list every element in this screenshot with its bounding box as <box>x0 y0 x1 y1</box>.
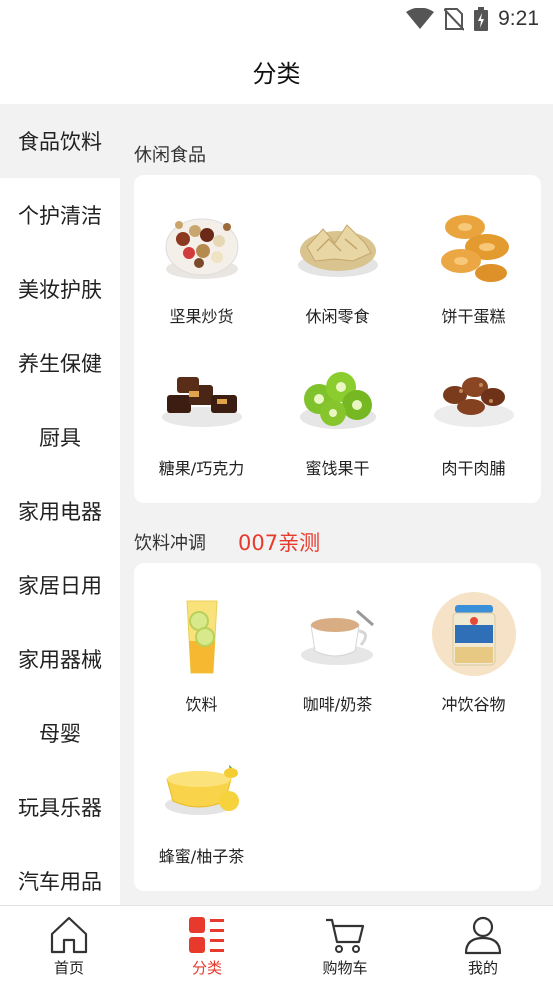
status-time: 9:21 <box>498 7 539 30</box>
sidebar-item-kitchenware[interactable]: 厨具 <box>0 400 120 474</box>
category-beverages[interactable]: 饮料 <box>134 563 269 715</box>
category-honey-citron-tea[interactable]: 蜂蜜/柚子茶 <box>134 715 269 867</box>
battery-charging-icon <box>474 7 489 31</box>
nav-label: 购物车 <box>322 959 368 977</box>
sidebar-item-toys[interactable]: 玩具乐器 <box>0 770 120 844</box>
nav-label: 分类 <box>191 959 222 977</box>
cart-icon <box>326 918 365 953</box>
category-candy-chocolate[interactable]: 糖果/巧克力 <box>134 327 269 479</box>
home-icon <box>50 916 88 954</box>
milk-tea-cup-icon <box>301 609 374 665</box>
category-label: 咖啡/奶茶 <box>302 695 373 714</box>
section-note: 007亲测 <box>238 531 321 555</box>
nav-category[interactable]: 分类 <box>138 906 276 983</box>
sidebar-item-personal-care[interactable]: 个护清洁 <box>0 178 120 252</box>
snacks-card: 坚果炒货 休闲零食 饼干蛋糕 糖果/巧克力 蜜饯果干 肉干肉脯 <box>134 175 541 503</box>
butter-cookies-icon <box>441 215 509 282</box>
category-coffee-milk-tea[interactable]: 咖啡/奶茶 <box>270 563 405 715</box>
section-title-drinks: 饮料冲调 <box>134 533 206 554</box>
dried-kiwi-icon <box>300 372 376 429</box>
drinks-card: 饮料 咖啡/奶茶 冲饮谷物 蜂蜜/柚子茶 <box>134 563 541 891</box>
category-sidebar: 食品饮料 个护清洁 美妆护肤 养生保健 厨具 家用电器 家居日用 家用器械 母婴… <box>0 104 120 905</box>
category-cereal-drinks[interactable]: 冲饮谷物 <box>406 563 541 715</box>
jerky-plate-icon <box>434 377 514 427</box>
category-cookies-cakes[interactable]: 饼干蛋糕 <box>406 175 541 327</box>
profile-icon <box>464 916 502 955</box>
page-header: 分类 <box>0 38 553 104</box>
category-jerky[interactable]: 肉干肉脯 <box>406 327 541 479</box>
sidebar-item-food-drinks[interactable]: 食品饮料 <box>0 104 120 178</box>
sidebar-item-health[interactable]: 养生保健 <box>0 326 120 400</box>
category-main: 休闲食品 坚果炒货 休闲零食 饼干蛋糕 糖果/巧克力 蜜饯果干 肉干肉脯 饮料冲… <box>120 104 553 905</box>
section-title-snacks: 休闲食品 <box>134 145 206 166</box>
sidebar-item-beauty[interactable]: 美妆护肤 <box>0 252 120 326</box>
sidebar-item-label: 家用电器 <box>18 500 102 524</box>
sidebar-item-baby[interactable]: 母婴 <box>0 696 120 770</box>
sidebar-item-label: 玩具乐器 <box>18 796 102 820</box>
wifi-icon <box>406 8 435 29</box>
sidebar-item-label: 食品饮料 <box>18 130 102 154</box>
page-title: 分类 <box>252 60 301 88</box>
sidebar-item-label: 养生保健 <box>18 352 102 376</box>
mixed-nuts-bowl-icon <box>165 218 239 279</box>
category-dried-fruit[interactable]: 蜜饯果干 <box>270 327 405 479</box>
status-icons: 9:21 <box>406 6 539 32</box>
category-label: 蜂蜜/柚子茶 <box>158 847 245 866</box>
chocolate-bars-icon <box>162 377 242 427</box>
sidebar-item-label: 个护清洁 <box>18 204 102 228</box>
lemon-drink-icon <box>186 600 218 674</box>
nav-cart[interactable]: 购物车 <box>276 906 414 983</box>
sidebar-item-label: 美妆护肤 <box>18 278 102 302</box>
sidebar-item-label: 家居日用 <box>18 574 102 598</box>
nav-profile[interactable]: 我的 <box>414 906 552 983</box>
sidebar-item-label: 母婴 <box>39 722 81 746</box>
nav-label: 我的 <box>467 959 498 977</box>
status-bar: 9:21 <box>0 0 553 38</box>
sidebar-item-auto[interactable]: 汽车用品 <box>0 844 120 905</box>
category-icon <box>189 917 224 953</box>
category-nuts[interactable]: 坚果炒货 <box>134 175 269 327</box>
content-area: 食品饮料 个护清洁 美妆护肤 养生保健 厨具 家用电器 家居日用 家用器械 母婴… <box>0 104 553 905</box>
citron-tea-bowl-icon <box>165 765 239 815</box>
app-screen: 9:21 分类 食品饮料 个护清洁 美妆护肤 养生保健 厨具 家用电器 家居日用… <box>0 0 553 983</box>
nav-label: 首页 <box>53 959 84 977</box>
category-label: 休闲零食 <box>305 307 370 326</box>
category-label: 蜜饯果干 <box>305 459 370 478</box>
category-label: 肉干肉脯 <box>441 459 506 478</box>
nav-home[interactable]: 首页 <box>0 906 138 983</box>
oat-jar-icon <box>432 592 516 676</box>
sidebar-item-label: 厨具 <box>39 426 81 450</box>
sidebar-item-home-devices[interactable]: 家用器械 <box>0 622 120 696</box>
no-sim-icon <box>444 8 465 31</box>
category-label: 冲饮谷物 <box>441 695 506 714</box>
category-label: 糖果/巧克力 <box>158 459 245 478</box>
bottom-nav: 首页 分类 购物车 我的 <box>0 905 553 983</box>
sidebar-item-household[interactable]: 家居日用 <box>0 548 120 622</box>
category-label: 饼干蛋糕 <box>441 307 506 326</box>
sidebar-item-label: 汽车用品 <box>18 870 102 894</box>
chips-bowl-icon <box>298 224 378 277</box>
category-label: 坚果炒货 <box>169 307 234 326</box>
sidebar-item-appliances[interactable]: 家用电器 <box>0 474 120 548</box>
category-label: 饮料 <box>185 695 218 714</box>
category-snacks[interactable]: 休闲零食 <box>270 175 405 327</box>
sidebar-item-label: 家用器械 <box>18 648 102 672</box>
